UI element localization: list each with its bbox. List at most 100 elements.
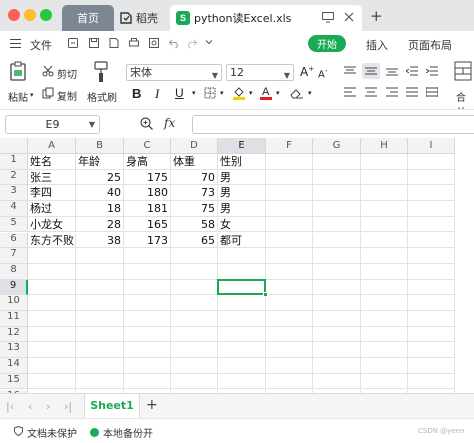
distributed-align-icon[interactable] [425, 87, 439, 100]
cell-d7[interactable] [171, 248, 218, 264]
merge-cells-icon[interactable] [454, 61, 472, 86]
cell-c4[interactable]: 181 [124, 201, 171, 217]
cell-h11[interactable] [361, 311, 408, 327]
row-header-11[interactable]: 11 [0, 311, 28, 327]
cell-f1[interactable] [266, 154, 313, 170]
cell-h2[interactable] [361, 169, 408, 186]
italic-button[interactable]: I [155, 86, 159, 102]
cell-f12[interactable] [266, 326, 313, 343]
cell-i9[interactable] [408, 279, 455, 296]
cell-e15[interactable] [218, 373, 266, 390]
paste-dropdown-icon[interactable]: ▾ [30, 91, 34, 99]
fill-color-dropdown-icon[interactable]: ▾ [249, 89, 253, 97]
column-header-d[interactable]: D [171, 138, 218, 154]
cell-f15[interactable] [266, 373, 313, 390]
formula-input[interactable] [192, 115, 474, 134]
cell-f6[interactable] [266, 232, 313, 249]
print-preview-icon[interactable] [148, 37, 160, 49]
more-chevron-down-icon[interactable] [204, 37, 216, 49]
cell-f13[interactable] [266, 342, 313, 359]
cell-f8[interactable] [266, 263, 313, 280]
cell-a2[interactable]: 张三 [28, 169, 76, 186]
fill-color-icon[interactable] [232, 86, 246, 103]
cell-h7[interactable] [361, 248, 408, 264]
cell-d9[interactable] [171, 279, 218, 296]
cell-b13[interactable] [76, 342, 124, 359]
align-center-icon[interactable] [365, 87, 377, 100]
cell-i11[interactable] [408, 311, 455, 327]
cell-i6[interactable] [408, 232, 455, 249]
row-header-7[interactable]: 7 [0, 248, 28, 264]
cell-e5[interactable]: 女 [218, 216, 266, 233]
cell-e13[interactable] [218, 342, 266, 359]
cell-b15[interactable] [76, 373, 124, 390]
hamburger-menu-icon[interactable] [10, 39, 21, 51]
paste-icon[interactable] [9, 61, 27, 84]
clear-dropdown-icon[interactable]: ▾ [308, 89, 312, 97]
sheet-tab-sheet1[interactable]: Sheet1 [84, 394, 140, 418]
cell-c6[interactable]: 173 [124, 232, 171, 249]
insert-function-button[interactable]: fx [164, 116, 175, 130]
cell-e1[interactable]: 性别 [218, 154, 266, 170]
cell-d12[interactable] [171, 326, 218, 343]
cell-a14[interactable] [28, 358, 76, 374]
cell-a3[interactable]: 李四 [28, 185, 76, 202]
underline-button[interactable]: U [175, 86, 184, 100]
cell-c10[interactable] [124, 295, 171, 311]
column-header-f[interactable]: F [266, 138, 313, 154]
cell-f2[interactable] [266, 169, 313, 186]
cell-a9[interactable] [28, 279, 76, 296]
cell-h6[interactable] [361, 232, 408, 249]
row-header-1[interactable]: 1 [0, 154, 28, 170]
scissors-icon[interactable] [42, 65, 54, 80]
indent-increase-icon[interactable] [425, 66, 438, 79]
minimize-window-button[interactable] [24, 9, 36, 21]
row-header-9[interactable]: 9 [0, 279, 28, 296]
cell-f5[interactable] [266, 216, 313, 233]
cell-c7[interactable] [124, 248, 171, 264]
tab-daoke[interactable]: 稻壳 [118, 5, 166, 31]
cell-f3[interactable] [266, 185, 313, 202]
cell-f14[interactable] [266, 358, 313, 374]
cell-e11[interactable] [218, 311, 266, 327]
cell-d14[interactable] [171, 358, 218, 374]
fill-handle[interactable] [263, 292, 268, 298]
cell-i12[interactable] [408, 326, 455, 343]
cell-h8[interactable] [361, 263, 408, 280]
cell-i14[interactable] [408, 358, 455, 374]
font-color-icon[interactable]: A [259, 84, 273, 103]
cell-g15[interactable] [313, 373, 361, 390]
cell-g2[interactable] [313, 169, 361, 186]
format-painter-button[interactable]: 格式刷 [87, 89, 117, 104]
indent-decrease-icon[interactable] [405, 66, 418, 79]
cell-b14[interactable] [76, 358, 124, 374]
cell-h3[interactable] [361, 185, 408, 202]
align-bottom-icon[interactable] [386, 66, 398, 79]
cell-e2[interactable]: 男 [218, 169, 266, 186]
cell-g8[interactable] [313, 263, 361, 280]
cell-g4[interactable] [313, 201, 361, 217]
cell-b3[interactable]: 40 [76, 185, 124, 202]
column-header-e[interactable]: E [218, 138, 266, 154]
row-header-12[interactable]: 12 [0, 326, 28, 343]
row-header-2[interactable]: 2 [0, 169, 28, 186]
cell-h5[interactable] [361, 216, 408, 233]
cell-e14[interactable] [218, 358, 266, 374]
cell-b2[interactable]: 25 [76, 169, 124, 186]
cell-h1[interactable] [361, 154, 408, 170]
cell-i2[interactable] [408, 169, 455, 186]
font-size-select[interactable]: 12 ▼ [226, 64, 294, 81]
cell-h13[interactable] [361, 342, 408, 359]
zoom-search-icon[interactable] [140, 117, 153, 133]
tab-home[interactable]: 首页 [62, 5, 114, 31]
cell-i3[interactable] [408, 185, 455, 202]
save-icon[interactable] [88, 37, 100, 49]
cell-g12[interactable] [313, 326, 361, 343]
local-backup-status[interactable]: 本地备份开 [90, 425, 153, 440]
cell-e3[interactable]: 男 [218, 185, 266, 202]
cell-e10[interactable] [218, 295, 266, 311]
cell-c3[interactable]: 180 [124, 185, 171, 202]
monitor-icon[interactable] [322, 12, 334, 26]
column-header-h[interactable]: H [361, 138, 408, 154]
maximize-window-button[interactable] [40, 9, 52, 21]
